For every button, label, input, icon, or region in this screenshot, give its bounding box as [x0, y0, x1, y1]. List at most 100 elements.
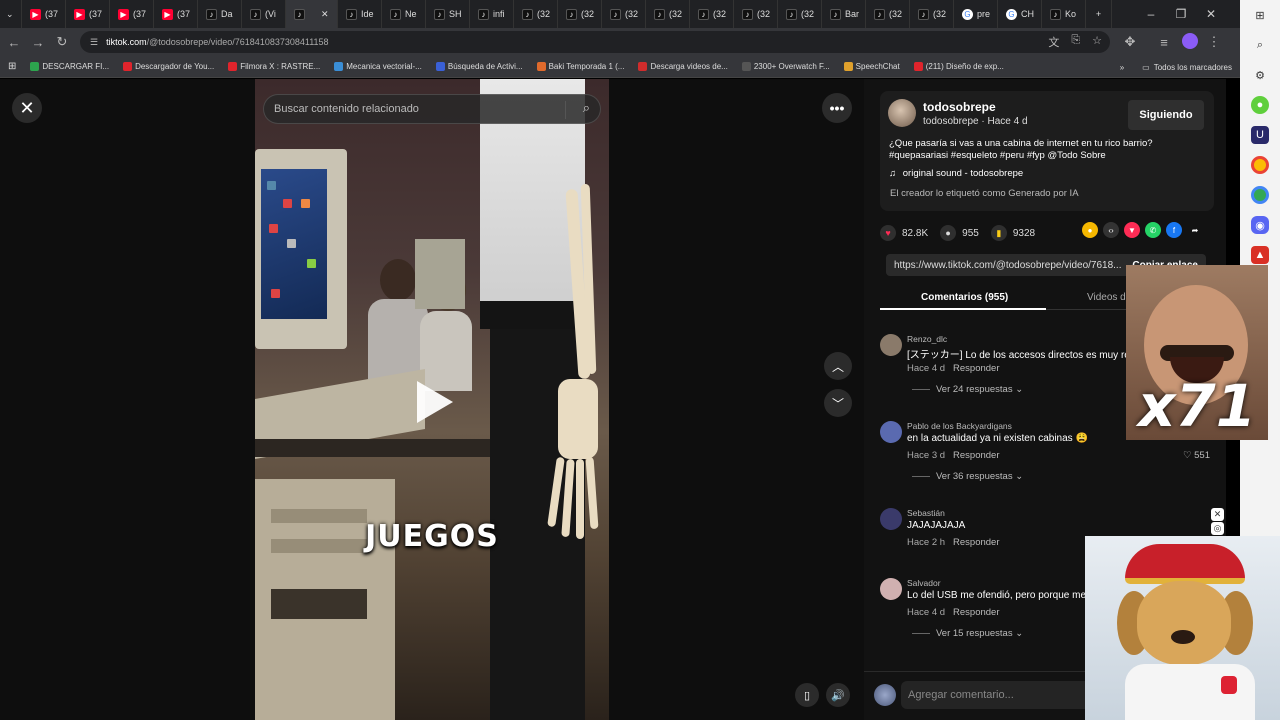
- browser-tab[interactable]: ♪ Da: [198, 0, 242, 28]
- browser-tab[interactable]: ♪ Bar: [822, 0, 866, 28]
- url-field[interactable]: ☰ tiktok.com/@todosobrepe/video/76184108…: [80, 31, 1110, 53]
- minimize-icon[interactable]: –: [1136, 0, 1166, 28]
- commenter-name[interactable]: Sebastián: [907, 508, 945, 518]
- browser-tab[interactable]: ♪ (32: [866, 0, 910, 28]
- browser-tab[interactable]: ♪ ✕: [286, 0, 338, 28]
- reply-button[interactable]: Responder: [953, 537, 999, 548]
- browser-tab[interactable]: ▶ (37: [22, 0, 66, 28]
- new-tab-button[interactable]: +: [1086, 0, 1112, 28]
- autoscroll-icon[interactable]: ▯: [795, 683, 819, 707]
- browser-tab[interactable]: ♪ SH: [426, 0, 470, 28]
- browser-tab[interactable]: ♪ infi: [470, 0, 514, 28]
- related-search-input[interactable]: Buscar contenido relacionado ⌕: [263, 94, 601, 124]
- discord-icon[interactable]: ◉: [1251, 216, 1269, 234]
- install-app-icon[interactable]: ⎘: [1071, 34, 1080, 50]
- site-info-icon[interactable]: ☰: [90, 37, 98, 48]
- commenter-avatar[interactable]: [880, 334, 902, 356]
- tab-search-button[interactable]: ⌄: [0, 0, 22, 28]
- commenter-avatar[interactable]: [880, 421, 902, 443]
- bookmark-item[interactable]: Mecanica vectorial-...: [334, 62, 422, 71]
- bookmark-item[interactable]: DESCARGAR FI...: [30, 62, 109, 71]
- save-button[interactable]: ▮ 9328: [990, 225, 1035, 241]
- chrome-icon[interactable]: [1251, 156, 1269, 174]
- search-icon[interactable]: ⌕: [1251, 36, 1269, 54]
- comment-like-button[interactable]: ♡ 551: [1183, 450, 1210, 461]
- app-u-icon[interactable]: U: [1251, 126, 1269, 144]
- close-video-button[interactable]: ✕: [12, 93, 42, 123]
- play-icon[interactable]: [417, 381, 453, 423]
- extensions-icon[interactable]: ✥: [1118, 34, 1142, 50]
- embed-icon[interactable]: ‹›: [1103, 222, 1119, 238]
- tab-comments[interactable]: Comentarios (955): [921, 292, 1008, 303]
- browser-tab[interactable]: ♪ (32: [690, 0, 734, 28]
- app-red-icon[interactable]: ▲: [1251, 246, 1269, 264]
- commenter-avatar[interactable]: [880, 578, 902, 600]
- browser-tab[interactable]: ♪ (32: [602, 0, 646, 28]
- media-control-icon[interactable]: ≡: [1152, 35, 1176, 50]
- browser-tab[interactable]: ♪ (32: [910, 0, 954, 28]
- translate-icon[interactable]: 文: [1048, 34, 1059, 50]
- browser-tab[interactable]: ♪ (32: [646, 0, 690, 28]
- reload-icon[interactable]: ↻: [50, 34, 74, 50]
- bookmark-item[interactable]: 2300+ Overwatch F...: [741, 62, 830, 71]
- like-button[interactable]: ♥ 82.8K: [880, 225, 928, 241]
- apps-grid-icon[interactable]: ⊞: [8, 61, 16, 72]
- commenter-name[interactable]: Salvador: [907, 578, 941, 588]
- reply-button[interactable]: Responder: [953, 607, 999, 618]
- all-bookmarks-link[interactable]: Todos los marcadores: [1154, 63, 1232, 72]
- browser-tab[interactable]: ♪ Ide: [338, 0, 382, 28]
- video-player[interactable]: JUEGOS: [255, 79, 609, 720]
- browser-tab[interactable]: G CH: [998, 0, 1042, 28]
- bookmark-item[interactable]: SpeechChat: [843, 62, 900, 71]
- back-icon[interactable]: ←: [2, 35, 26, 50]
- bookmark-item[interactable]: Baki Temporada 1 (...: [536, 62, 624, 71]
- comment-input[interactable]: Agregar comentario...: [901, 681, 1101, 709]
- send-icon[interactable]: ▼: [1124, 222, 1140, 238]
- restore-icon[interactable]: ❐: [1166, 0, 1196, 28]
- creator-username[interactable]: todosobrepe: [923, 100, 996, 114]
- view-replies-button[interactable]: Ver 24 respuestas ⌄: [912, 384, 1023, 395]
- tab-close-icon[interactable]: ✕: [321, 9, 329, 20]
- browser-tab[interactable]: ♪ (Vi: [242, 0, 286, 28]
- share-arrow-icon[interactable]: ➦: [1187, 222, 1203, 238]
- whatsapp-icon[interactable]: ✆: [1145, 222, 1161, 238]
- reply-button[interactable]: Responder: [953, 450, 999, 461]
- bookmark-item[interactable]: (211) Diseño de exp...: [913, 62, 1004, 71]
- bookmarks-overflow-icon[interactable]: »: [1120, 63, 1124, 72]
- more-options-icon[interactable]: •••: [822, 93, 852, 123]
- windows-start-icon[interactable]: ⊞: [1251, 6, 1269, 24]
- creator-avatar[interactable]: [888, 99, 916, 127]
- bookmark-star-icon[interactable]: ☆: [1092, 34, 1102, 50]
- profile-avatar[interactable]: [1182, 33, 1198, 49]
- facebook-icon[interactable]: f: [1166, 222, 1182, 238]
- next-video-icon[interactable]: ﹀: [824, 389, 852, 417]
- browser-tab[interactable]: ♪ (32: [514, 0, 558, 28]
- bookmark-item[interactable]: Descargador de You...: [123, 62, 214, 71]
- comment-button[interactable]: ● 955: [940, 225, 979, 241]
- browser-menu-icon[interactable]: ⋮: [1202, 34, 1226, 50]
- window-close-icon[interactable]: ✕: [1196, 0, 1226, 28]
- overlay-settings-icon[interactable]: ◎: [1211, 522, 1224, 535]
- commenter-name[interactable]: Pablo de los Backyardigans: [907, 421, 1012, 431]
- commenter-avatar[interactable]: [880, 508, 902, 530]
- description-hashtags[interactable]: #quepasariasi #esqueleto #peru #fyp @Tod…: [889, 150, 1189, 162]
- view-replies-button[interactable]: Ver 36 respuestas ⌄: [912, 471, 1023, 482]
- reply-button[interactable]: Responder: [953, 363, 999, 374]
- commenter-name[interactable]: Renzo_dlc: [907, 334, 947, 344]
- coin-icon[interactable]: ●: [1082, 222, 1098, 238]
- browser-tab[interactable]: ▶ (37: [66, 0, 110, 28]
- settings-gear-icon[interactable]: ⚙: [1251, 66, 1269, 84]
- bookmark-item[interactable]: Filmora X : RASTRE...: [228, 62, 320, 71]
- browser-tab[interactable]: ♪ (32: [558, 0, 602, 28]
- bookmark-item[interactable]: Descarga videos de...: [638, 62, 728, 71]
- sound-link[interactable]: ♫ original sound - todosobrepe: [889, 168, 1023, 179]
- view-replies-button[interactable]: Ver 15 respuestas ⌄: [912, 628, 1023, 639]
- overlay-close-icon[interactable]: ✕: [1211, 508, 1224, 521]
- browser-tab[interactable]: Gpre: [954, 0, 998, 28]
- browser-tab[interactable]: ▶ (37: [110, 0, 154, 28]
- forward-icon[interactable]: →: [26, 35, 50, 50]
- following-button[interactable]: Siguiendo: [1128, 100, 1204, 130]
- chrome-profile-icon[interactable]: [1251, 186, 1269, 204]
- browser-tab[interactable]: ♪ (32: [734, 0, 778, 28]
- browser-tab[interactable]: ♪ (32: [778, 0, 822, 28]
